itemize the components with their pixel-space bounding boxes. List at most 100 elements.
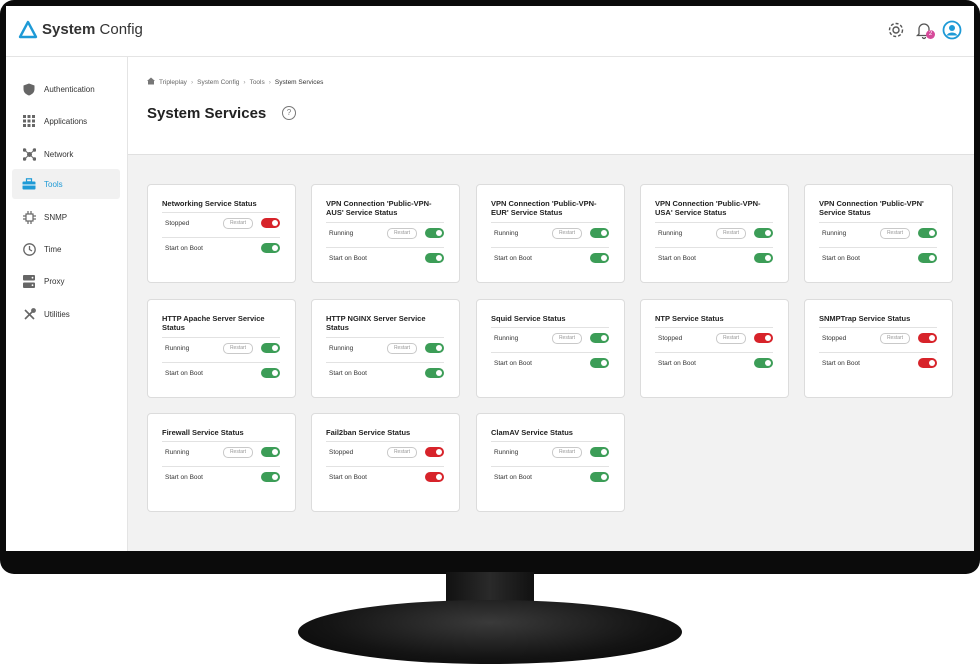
status-row: Running Restart [491, 222, 609, 245]
status-row: Running Restart [162, 337, 280, 360]
status-row: Stopped Restart [655, 327, 773, 350]
service-card: VPN Connection 'Public-VPN-USA' Service … [640, 184, 789, 283]
status-label: Running [165, 345, 190, 352]
start-on-boot-toggle[interactable] [590, 253, 609, 263]
restart-button[interactable]: Restart [880, 333, 910, 344]
breadcrumb-item[interactable]: Tripleplay [159, 79, 187, 86]
sidebar-item-authentication[interactable]: Authentication [12, 74, 120, 104]
service-status-toggle[interactable] [261, 218, 280, 228]
status-label: Running [329, 345, 354, 352]
service-status-toggle[interactable] [590, 333, 609, 343]
help-icon[interactable]: ? [282, 106, 296, 120]
service-status-toggle[interactable] [261, 343, 280, 353]
start-on-boot-label: Start on Boot [822, 360, 860, 367]
sidebar-item-snmp[interactable]: SNMP [12, 202, 120, 232]
grid-icon [22, 114, 36, 128]
start-on-boot-toggle[interactable] [590, 472, 609, 482]
start-on-boot-toggle[interactable] [918, 253, 937, 263]
breadcrumb-item[interactable]: Tools [250, 79, 265, 86]
start-on-boot-label: Start on Boot [165, 370, 203, 377]
service-title: HTTP NGINX Server Service Status [326, 314, 426, 332]
home-icon[interactable] [147, 77, 155, 87]
toolbox-icon [22, 177, 36, 191]
service-status-toggle[interactable] [425, 447, 444, 457]
restart-button[interactable]: Restart [552, 447, 582, 458]
restart-button[interactable]: Restart [716, 228, 746, 239]
main-content: Tripleplay › System Config › Tools › Sys… [128, 57, 974, 551]
start-on-boot-label: Start on Boot [329, 474, 367, 481]
service-card: SNMPTrap Service Status Stopped Restart Sta… [804, 299, 953, 398]
service-status-toggle[interactable] [754, 228, 773, 238]
boot-row: Start on Boot [326, 247, 444, 270]
service-card: VPN Connection 'Public-VPN-EUR' Service … [476, 184, 625, 283]
settings-gear-icon[interactable] [886, 20, 906, 40]
sidebar-item-tools[interactable]: Tools [12, 169, 120, 199]
restart-button[interactable]: Restart [223, 343, 253, 354]
monitor-bezel: System Config 2 Authentication Applicatio… [0, 0, 980, 574]
sidebar-item-utilities[interactable]: Utilities [12, 299, 120, 329]
start-on-boot-toggle[interactable] [425, 368, 444, 378]
service-status-toggle[interactable] [590, 447, 609, 457]
service-title: VPN Connection 'Public-VPN' Service Stat… [819, 199, 924, 217]
start-on-boot-toggle[interactable] [918, 358, 937, 368]
sidebar-item-label: Applications [44, 116, 88, 126]
user-avatar-icon[interactable] [942, 20, 962, 40]
breadcrumb-item[interactable]: System Config [197, 79, 239, 86]
service-status-toggle[interactable] [590, 228, 609, 238]
start-on-boot-label: Start on Boot [494, 360, 532, 367]
restart-button[interactable]: Restart [387, 447, 417, 458]
start-on-boot-label: Start on Boot [494, 474, 532, 481]
service-card: HTTP Apache Server Service Status Running… [147, 299, 296, 398]
start-on-boot-toggle[interactable] [261, 368, 280, 378]
sidebar-item-label: Time [44, 244, 62, 254]
service-title: HTTP Apache Server Service Status [162, 314, 265, 332]
service-status-toggle[interactable] [754, 333, 773, 343]
screen: System Config 2 Authentication Applicatio… [6, 6, 974, 551]
sidebar-item-applications[interactable]: Applications [12, 106, 120, 136]
service-status-toggle[interactable] [425, 343, 444, 353]
start-on-boot-toggle[interactable] [754, 358, 773, 368]
service-card: VPN Connection 'Public-VPN' Service Stat… [804, 184, 953, 283]
restart-button[interactable]: Restart [552, 228, 582, 239]
status-label: Stopped [165, 220, 190, 227]
service-status-toggle[interactable] [425, 228, 444, 238]
service-card: Networking Service Status Stopped Restart S… [147, 184, 296, 283]
start-on-boot-toggle[interactable] [425, 253, 444, 263]
start-on-boot-label: Start on Boot [494, 255, 532, 262]
service-status-toggle[interactable] [918, 228, 937, 238]
clock-icon [22, 242, 36, 256]
service-title: VPN Connection 'Public-VPN-USA' Service … [655, 199, 761, 217]
restart-button[interactable]: Restart [387, 228, 417, 239]
start-on-boot-toggle[interactable] [425, 472, 444, 482]
start-on-boot-toggle[interactable] [261, 472, 280, 482]
restart-button[interactable]: Restart [716, 333, 746, 344]
snmp-icon [22, 210, 36, 224]
status-row: Running Restart [491, 441, 609, 464]
start-on-boot-label: Start on Boot [658, 360, 696, 367]
restart-button[interactable]: Restart [223, 447, 253, 458]
sidebar-item-label: Utilities [44, 309, 70, 319]
boot-row: Start on Boot [491, 247, 609, 270]
app-title: System Config [42, 21, 143, 38]
restart-button[interactable]: Restart [880, 228, 910, 239]
status-label: Running [822, 230, 847, 237]
boot-row: Start on Boot [162, 466, 280, 489]
service-card: ClamAV Service Status Running Restart Start… [476, 413, 625, 512]
start-on-boot-toggle[interactable] [590, 358, 609, 368]
start-on-boot-toggle[interactable] [261, 243, 280, 253]
sidebar-item-network[interactable]: Network [12, 139, 120, 169]
status-label: Stopped [822, 335, 847, 342]
service-status-toggle[interactable] [261, 447, 280, 457]
restart-button[interactable]: Restart [552, 333, 582, 344]
start-on-boot-toggle[interactable] [754, 253, 773, 263]
restart-button[interactable]: Restart [223, 218, 253, 229]
status-row: Stopped Restart [162, 212, 280, 235]
restart-button[interactable]: Restart [387, 343, 417, 354]
sidebar-item-time[interactable]: Time [12, 234, 120, 264]
top-bar: System Config 2 [6, 6, 974, 57]
sidebar-item-proxy[interactable]: Proxy [12, 266, 120, 296]
wrench-icon [22, 307, 36, 321]
service-status-toggle[interactable] [918, 333, 937, 343]
notifications-bell-icon[interactable]: 2 [914, 20, 935, 40]
status-label: Running [494, 449, 519, 456]
